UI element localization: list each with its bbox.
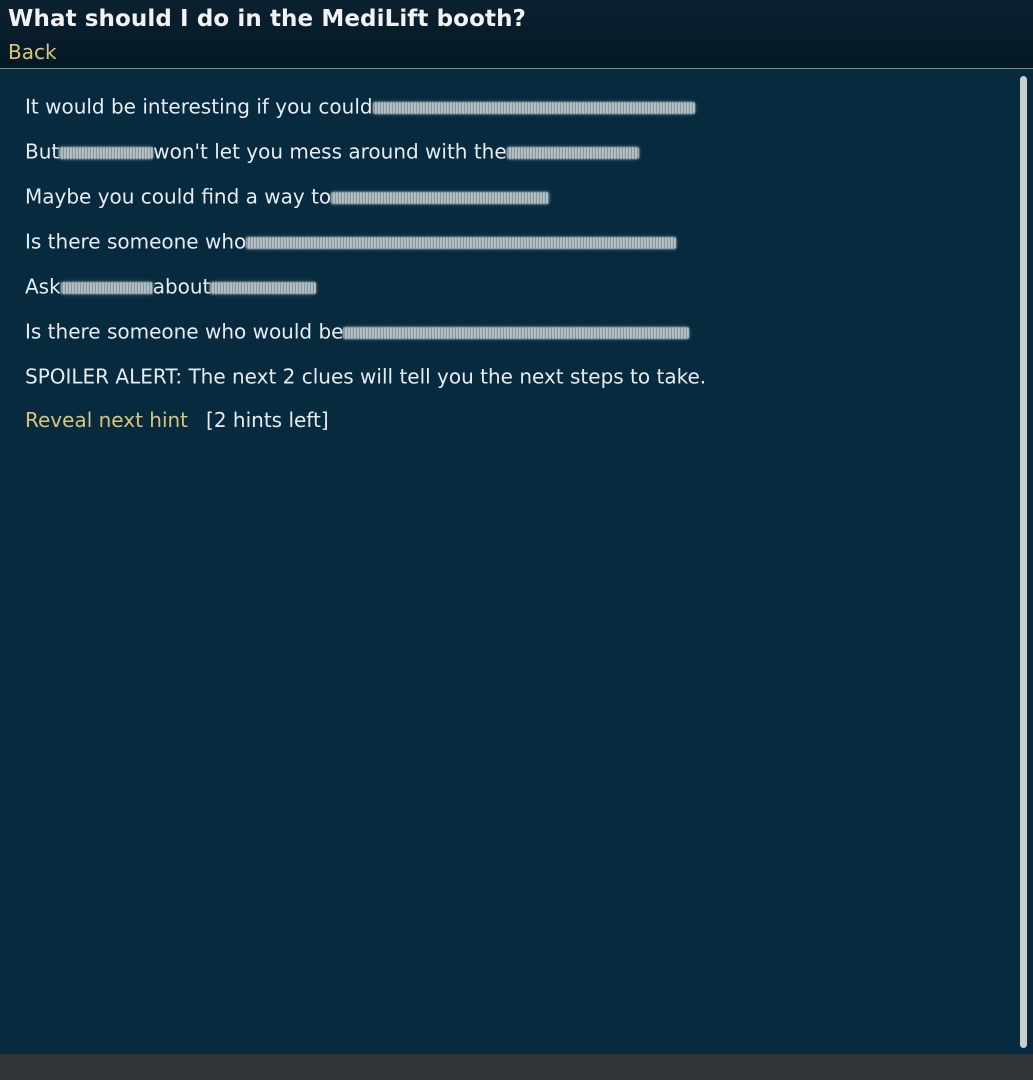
bottom-bar [0, 1054, 1033, 1080]
redacted-text [343, 326, 690, 339]
hints-left-count: [2 hints left] [206, 408, 329, 432]
redacted-text [60, 281, 153, 294]
hint-line: SPOILER ALERT: The next 2 clues will tel… [25, 362, 1005, 407]
redacted-text [331, 191, 550, 204]
reveal-next-hint-link[interactable]: Reveal next hint [25, 408, 188, 432]
hint-line: But won't let you mess around with the [25, 137, 1005, 182]
redacted-text [59, 146, 154, 159]
header-bar: What should I do in the MediLift booth? … [0, 0, 1033, 69]
scrollbar-thumb[interactable] [1020, 76, 1027, 1048]
redacted-text [506, 146, 639, 159]
hint-text: Is there someone who would be [25, 319, 344, 344]
hint-list: It would be interesting if you could But w… [25, 92, 1005, 452]
hint-line: Maybe you could find a way to [25, 182, 1005, 227]
back-link[interactable]: Back [8, 40, 57, 64]
hint-text: won't let you mess around with the [153, 139, 507, 164]
hint-text: Ask [25, 274, 61, 299]
scrollbar[interactable] [1020, 76, 1027, 1048]
hint-text: Is there someone who [25, 229, 247, 254]
hint-line: Is there someone who would be [25, 317, 1005, 362]
hint-line: It would be interesting if you could [25, 92, 1005, 137]
page-title: What should I do in the MediLift booth? [8, 6, 526, 32]
reveal-row: Reveal next hint [2 hints left] [25, 407, 1005, 452]
redacted-text [372, 101, 695, 114]
redacted-text [210, 281, 317, 294]
redacted-text [246, 236, 677, 249]
hint-text: SPOILER ALERT: The next 2 clues will tel… [25, 364, 707, 389]
hints-panel: It would be interesting if you could But w… [0, 70, 1033, 1054]
hint-text: It would be interesting if you could [25, 94, 373, 119]
hint-text: Maybe you could find a way to [25, 184, 332, 209]
hint-text: about [152, 274, 211, 299]
hint-line: Ask about [25, 272, 1005, 317]
hint-text: But [25, 139, 60, 164]
hint-line: Is there someone who [25, 227, 1005, 272]
